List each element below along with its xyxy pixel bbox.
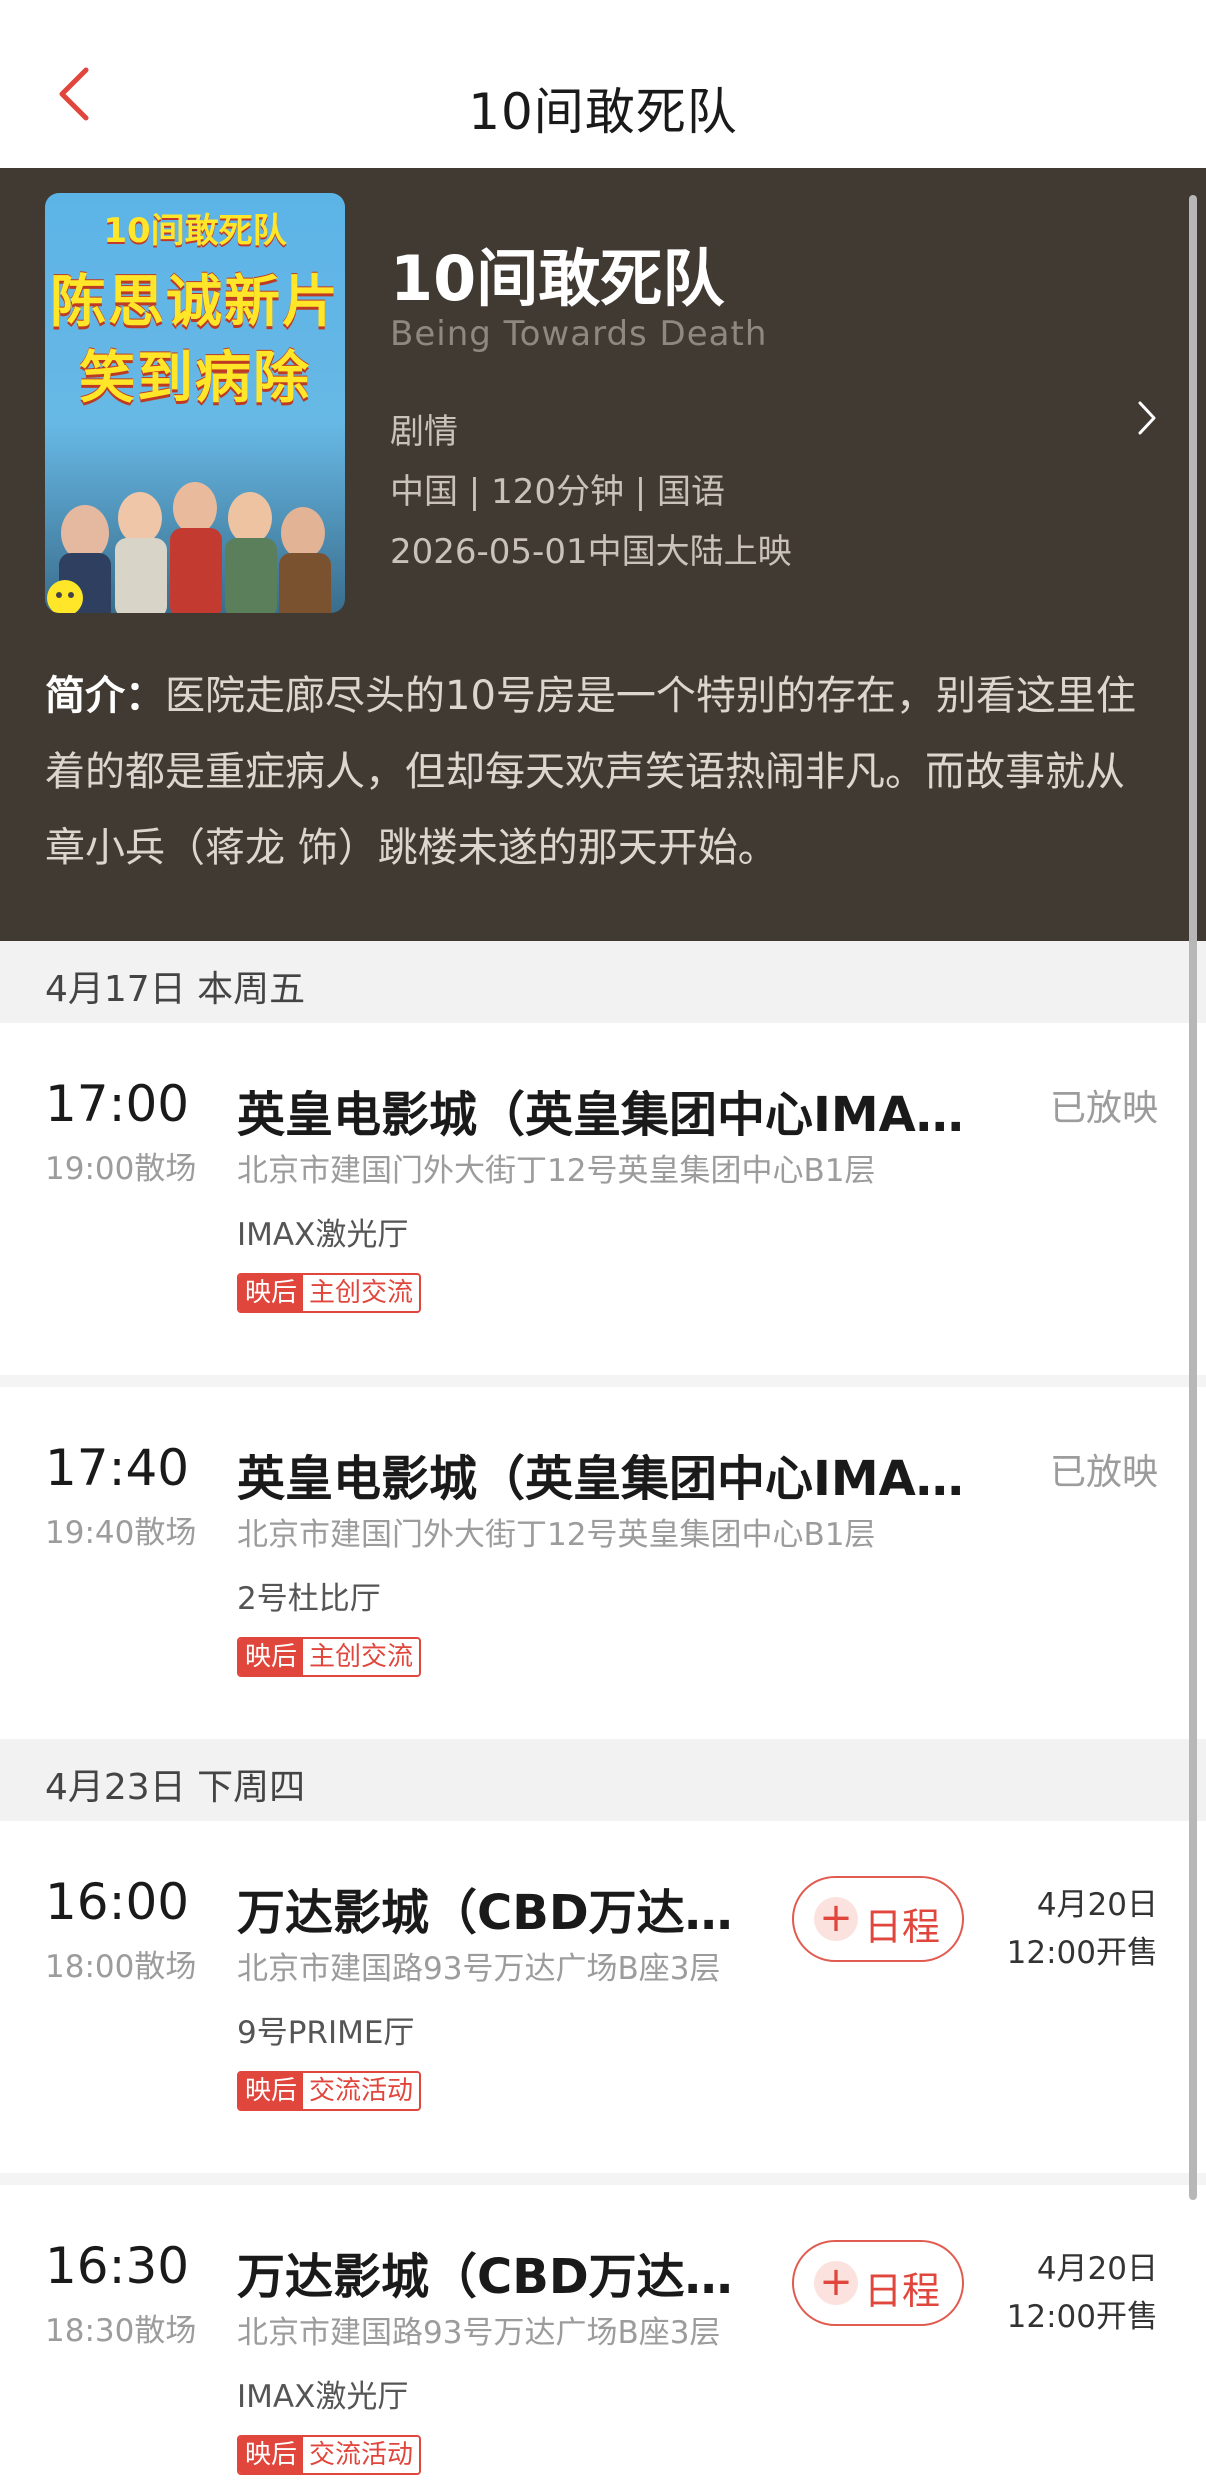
sale-time: 12:00开售 <box>1006 2299 1158 2335</box>
start-time: 17:40 <box>45 1439 190 1497</box>
poster-tagline: 笑到病除 <box>79 346 311 411</box>
date-label: 4月23日 下周四 <box>45 1767 306 1808</box>
event-tag: 映后 交流活动 <box>237 2071 422 2111</box>
movie-release-date: 2026-05-01中国大陆上映 <box>390 532 792 572</box>
tag-post-screening: 映后 <box>239 2073 304 2109</box>
tag-post-screening: 映后 <box>239 2437 304 2473</box>
synopsis-text: 医院走廊尽头的10号房是一个特别的存在，别看这里住着的都是重症病人，但却每天欢声… <box>45 673 1136 871</box>
movie-header: 10间敢死队 陈思诚新片 笑到病除 10间敢死队 Being Towards D… <box>0 168 1206 941</box>
start-time: 16:30 <box>45 2237 190 2295</box>
poster-title: 10间敢死队 <box>103 211 287 251</box>
end-time: 18:00散场 <box>45 1949 197 1985</box>
tag-event-type: 主创交流 <box>303 1639 420 1675</box>
tag-event-type: 主创交流 <box>303 1275 420 1311</box>
poster-cast-image <box>47 482 331 613</box>
cinema-address: 北京市建国路93号万达广场B座3层 <box>237 2315 721 2351</box>
add-schedule-label: 日程 <box>864 2269 941 2313</box>
page: 10间敢死队 10间敢死队 陈思诚新片 笑到病除 10间敢死队 Being To… <box>0 0 1206 2489</box>
sale-time: 12:00开售 <box>1006 1935 1158 1971</box>
hall-name: 2号杜比厅 <box>237 1581 381 1617</box>
date-header: 4月23日 下周四 <box>0 1739 1206 1821</box>
cinema-address: 北京市建国门外大街丁12号英皇集团中心B1层 <box>237 1517 876 1553</box>
cinema-name: 万达影城（CBD万达广场店） <box>237 1885 767 1941</box>
scrollbar[interactable] <box>1189 195 1197 2200</box>
event-tag: 映后 主创交流 <box>237 1273 422 1313</box>
event-tag: 映后 主创交流 <box>237 1637 422 1677</box>
divider <box>0 2173 1206 2185</box>
showtime-row[interactable]: 17:00 19:00散场 英皇电影城（英皇集团中心IMAX） 北京市建国门外大… <box>0 1023 1206 1375</box>
showtime-row[interactable]: 16:00 18:00散场 万达影城（CBD万达广场店） 北京市建国路93号万达… <box>0 1821 1206 2173</box>
sale-date: 4月20日 <box>1036 2251 1158 2287</box>
event-tag: 映后 交流活动 <box>237 2435 422 2475</box>
sale-date: 4月20日 <box>1036 1887 1158 1923</box>
movie-poster[interactable]: 10间敢死队 陈思诚新片 笑到病除 <box>45 193 345 613</box>
cinema-address: 北京市建国门外大街丁12号英皇集团中心B1层 <box>237 1153 876 1189</box>
date-label: 4月17日 本周五 <box>45 969 306 1010</box>
cinema-name: 万达影城（CBD万达广场店） <box>237 2249 767 2305</box>
tag-post-screening: 映后 <box>239 1275 304 1311</box>
cinema-name: 英皇电影城（英皇集团中心IMAX） <box>237 1451 997 1507</box>
end-time: 19:00散场 <box>45 1151 197 1187</box>
showtime-row[interactable]: 16:30 18:30散场 万达影城（CBD万达广场店） 北京市建国路93号万达… <box>0 2185 1206 2489</box>
movie-english-title: Being Towards Death <box>390 314 768 354</box>
tag-event-type: 交流活动 <box>303 2073 420 2109</box>
movie-title: 10间敢死队 <box>390 242 725 315</box>
showtime-row[interactable]: 17:40 19:40散场 英皇电影城（英皇集团中心IMAX） 北京市建国门外大… <box>0 1387 1206 1739</box>
tag-event-type: 交流活动 <box>303 2437 420 2473</box>
add-schedule-button[interactable]: + 日程 <box>792 2240 964 2326</box>
poster-tagline: 陈思诚新片 <box>50 270 340 335</box>
hall-name: IMAX激光厅 <box>237 1217 409 1253</box>
movie-genre: 剧情 <box>390 412 458 452</box>
start-time: 17:00 <box>45 1075 190 1133</box>
date-header: 4月17日 本周五 <box>0 941 1206 1023</box>
movie-meta: 中国 | 120分钟 | 国语 <box>390 472 726 512</box>
cinema-name: 英皇电影城（英皇集团中心IMAX） <box>237 1087 997 1143</box>
hall-name: IMAX激光厅 <box>237 2379 409 2415</box>
add-schedule-button[interactable]: + 日程 <box>792 1876 964 1962</box>
synopsis-label: 简介： <box>45 673 165 719</box>
page-title: 10间敢死队 <box>468 83 738 141</box>
movie-detail-link[interactable] <box>1132 393 1162 443</box>
tag-post-screening: 映后 <box>239 1639 304 1675</box>
status-badge: 已放映 <box>1049 1088 1158 1129</box>
add-schedule-label: 日程 <box>864 1905 941 1949</box>
cinema-address: 北京市建国路93号万达广场B座3层 <box>237 1951 721 1987</box>
hall-name: 9号PRIME厅 <box>237 2015 415 2051</box>
movie-synopsis[interactable]: 简介：医院走廊尽头的10号房是一个特别的存在，别看这里住着的都是重症病人，但却每… <box>45 658 1161 886</box>
divider <box>0 1375 1206 1387</box>
end-time: 18:30散场 <box>45 2313 197 2349</box>
plus-icon: + <box>814 1895 858 1941</box>
status-badge: 已放映 <box>1049 1452 1158 1493</box>
plus-icon: + <box>814 2259 858 2305</box>
start-time: 16:00 <box>45 1873 190 1931</box>
end-time: 19:40散场 <box>45 1515 197 1551</box>
chevron-right-icon <box>1138 401 1156 435</box>
navbar: 10间敢死队 <box>0 0 1206 168</box>
